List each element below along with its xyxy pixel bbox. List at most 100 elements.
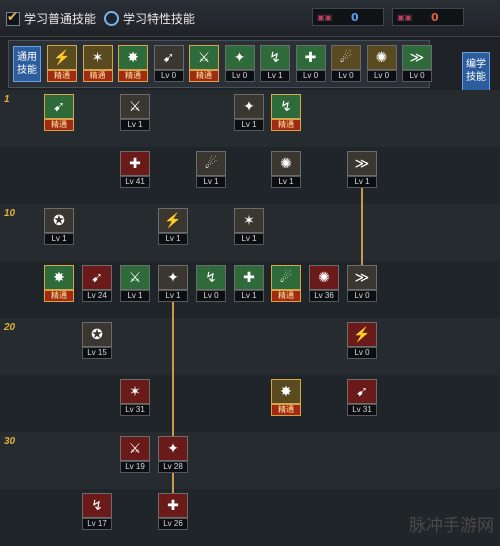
skill-slot[interactable]: ✺ Lv 1 — [271, 151, 301, 188]
learn-normal-label: 学习普通技能 — [24, 12, 97, 26]
skill-slot[interactable]: ⚔ Lv 19 — [120, 436, 150, 473]
skill-slot[interactable]: ✪ Lv 15 — [82, 322, 112, 359]
skill-slot[interactable]: ✸ 精通 — [118, 45, 148, 82]
skill-level: Lv 1 — [234, 119, 264, 131]
skill-slot[interactable]: ⚡ 精通 — [47, 45, 77, 82]
skill-level: Lv 28 — [158, 461, 188, 473]
skill-level: 精通 — [189, 70, 219, 82]
watermark: 脉冲手游网 — [409, 516, 494, 536]
skill-icon: ⚔ — [120, 436, 150, 461]
learn-special-label: 学习特性技能 — [123, 12, 196, 26]
skill-slot[interactable]: ✺ Lv 0 — [366, 45, 397, 82]
blue-points-counter: ▣▣ 0 — [312, 8, 384, 26]
tree-row — [0, 147, 500, 204]
skill-slot[interactable]: ➹ Lv 0 — [153, 45, 184, 82]
tree-row — [0, 318, 500, 375]
skill-slot[interactable]: ☄ 精通 — [271, 265, 301, 302]
skill-level: 精通 — [44, 290, 74, 302]
skill-slot[interactable]: ✦ Lv 1 — [158, 265, 188, 302]
skill-icon: ≫ — [347, 151, 377, 176]
common-skills-bar: 通用技能 ⚡ 精通 ✶ 精通 ✸ 精通 ➹ Lv 0 ⚔ 精通 ✦ Lv 0 ↯ Lv 1 ✚ Lv 0 ☄ Lv… — [8, 40, 432, 88]
skill-slot[interactable]: ✚ Lv 1 — [234, 265, 264, 302]
skill-icon: ➹ — [44, 94, 74, 119]
skill-slot[interactable]: ➹ Lv 31 — [347, 379, 377, 416]
skill-slot[interactable]: ⚡ Lv 0 — [347, 322, 377, 359]
skill-level: 精通 — [271, 119, 301, 131]
skill-icon: ⚔ — [120, 94, 150, 119]
skill-icon: ⚡ — [158, 208, 188, 233]
row-level-label: 10 — [4, 208, 16, 219]
skill-icon: ➹ — [153, 45, 184, 70]
skill-level: Lv 15 — [82, 347, 112, 359]
skill-slot[interactable]: ✦ Lv 28 — [158, 436, 188, 473]
skill-slot[interactable]: ✚ Lv 41 — [120, 151, 150, 188]
common-skills-label: 通用技能 — [13, 46, 41, 82]
skill-level: Lv 1 — [44, 233, 74, 245]
skill-slot[interactable]: ↯ 精通 — [271, 94, 301, 131]
skill-icon: ✦ — [158, 436, 188, 461]
skill-slot[interactable]: ☄ Lv 0 — [331, 45, 361, 82]
skill-level: Lv 19 — [120, 461, 150, 473]
skill-slot[interactable]: ✶ Lv 31 — [120, 379, 150, 416]
skill-slot[interactable]: ➹ 精通 — [44, 94, 74, 131]
skill-icon: ↯ — [271, 94, 301, 119]
skill-level: 精通 — [47, 70, 77, 82]
points-icon: ▣▣ — [317, 12, 333, 22]
skill-level: 精通 — [271, 290, 301, 302]
skill-slot[interactable]: ✦ Lv 1 — [234, 94, 264, 131]
skill-icon: ≫ — [402, 45, 432, 70]
skill-slot[interactable]: ✚ Lv 26 — [158, 493, 188, 530]
skill-slot[interactable]: ✺ Lv 36 — [309, 265, 339, 302]
skill-icon: ✺ — [366, 45, 397, 70]
skill-icon: ✶ — [234, 208, 264, 233]
skill-icon: ✶ — [82, 45, 113, 70]
skill-slot[interactable]: ✸ 精通 — [271, 379, 301, 416]
radio-icon[interactable] — [104, 11, 119, 26]
skill-icon: ⚡ — [347, 322, 377, 347]
skill-level: Lv 1 — [234, 233, 264, 245]
skill-level: Lv 41 — [120, 176, 150, 188]
skill-slot[interactable]: ⚔ Lv 1 — [120, 265, 150, 302]
skill-level: Lv 1 — [158, 233, 188, 245]
checkbox-icon[interactable] — [6, 9, 20, 26]
skill-slot[interactable]: ↯ Lv 0 — [196, 265, 226, 302]
skill-slot[interactable]: ⚔ Lv 1 — [120, 94, 150, 131]
skill-slot[interactable]: ≫ Lv 0 — [402, 45, 432, 82]
row-level-label: 1 — [4, 94, 10, 105]
learn-normal-option[interactable]: 学习普通技能 — [6, 9, 97, 27]
prerequisite-line — [361, 188, 363, 266]
skill-icon: ✺ — [309, 265, 339, 290]
learn-special-option[interactable]: 学习特性技能 — [104, 10, 195, 27]
skill-slot[interactable]: ⚡ Lv 1 — [158, 208, 188, 245]
skill-level: 精通 — [271, 404, 301, 416]
skill-slot[interactable]: ↯ Lv 17 — [82, 493, 112, 530]
skill-level: Lv 31 — [347, 404, 377, 416]
skill-slot[interactable]: ≫ Lv 0 — [347, 265, 377, 302]
skill-icon: ↯ — [82, 493, 112, 518]
skill-level: Lv 31 — [120, 404, 150, 416]
skill-slot[interactable]: ≫ Lv 1 — [347, 151, 377, 188]
skill-slot[interactable]: ✚ Lv 0 — [295, 45, 326, 82]
skill-slot[interactable]: ↯ Lv 1 — [260, 45, 290, 82]
skill-icon: ✚ — [234, 265, 264, 290]
skill-slot[interactable]: ✪ Lv 1 — [44, 208, 74, 245]
tree-row — [0, 432, 500, 489]
skill-slot[interactable]: ✶ Lv 1 — [234, 208, 264, 245]
skill-slot[interactable]: ✸ 精通 — [44, 265, 74, 302]
skill-slot[interactable]: ✦ Lv 0 — [224, 45, 255, 82]
skill-icon: ☄ — [196, 151, 226, 176]
skill-level: Lv 1 — [234, 290, 264, 302]
skill-level: Lv 1 — [120, 290, 150, 302]
skill-icon: ✦ — [224, 45, 255, 70]
skill-slot[interactable]: ☄ Lv 1 — [196, 151, 226, 188]
learn-skill-label: 编学技能 — [466, 59, 486, 83]
skill-level: Lv 36 — [309, 290, 339, 302]
skill-icon: ✶ — [120, 379, 150, 404]
tree-row — [0, 375, 500, 432]
skill-level: Lv 1 — [271, 176, 301, 188]
skill-level: Lv 1 — [158, 290, 188, 302]
skill-slot[interactable]: ⚔ 精通 — [189, 45, 219, 82]
skill-slot[interactable]: ✶ 精通 — [82, 45, 113, 82]
skill-icon: ✺ — [271, 151, 301, 176]
skill-slot[interactable]: ➹ Lv 24 — [82, 265, 112, 302]
